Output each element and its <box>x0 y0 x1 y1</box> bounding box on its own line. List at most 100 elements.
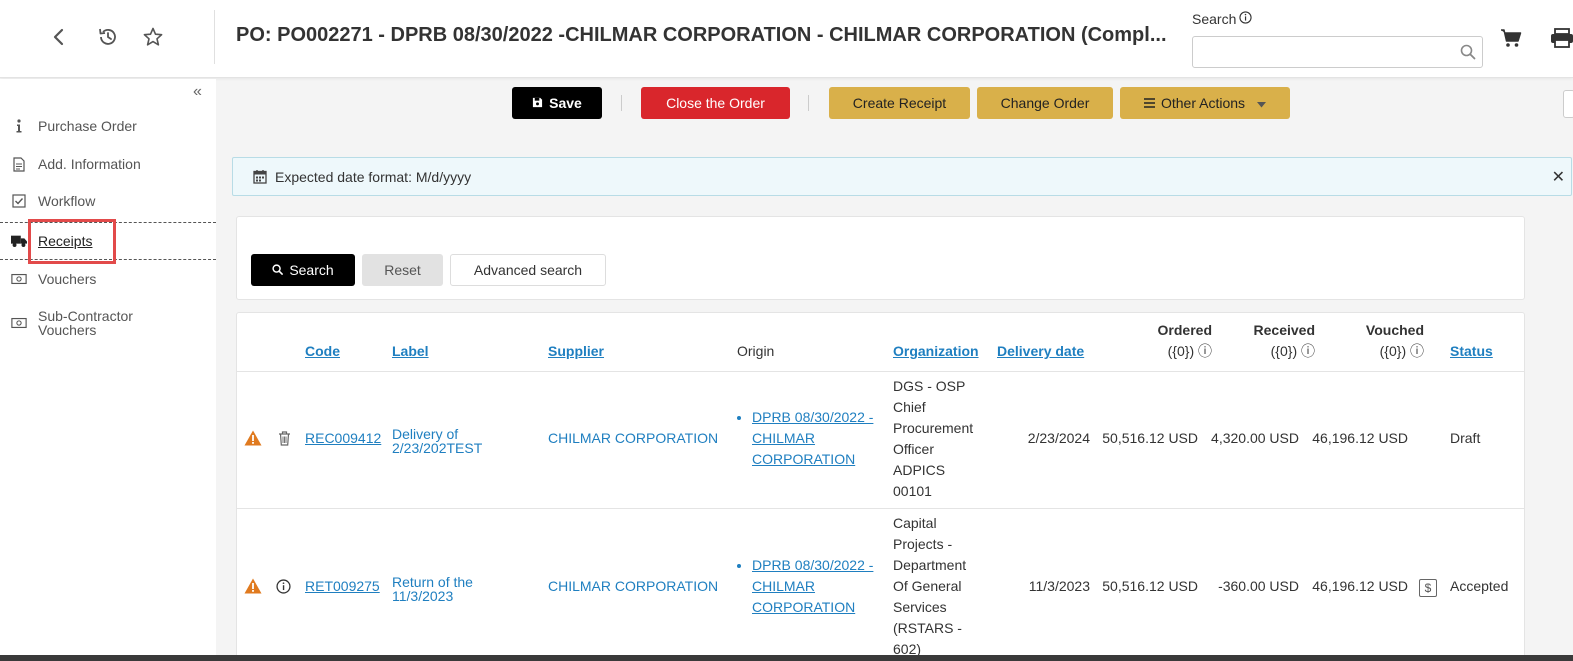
sidebar-item-label: Sub-Contractor Vouchers <box>38 308 133 338</box>
column-header-vouched-unit: ({0}) ⓘ <box>1327 341 1424 362</box>
supplier-link[interactable]: CHILMAR CORPORATION <box>548 578 718 594</box>
overflow-button[interactable] <box>1563 90 1573 118</box>
receipt-code-link[interactable]: REC009412 <box>305 430 381 446</box>
save-button[interactable]: Save <box>512 87 602 119</box>
sidebar-item-vouchers[interactable]: Vouchers <box>0 264 216 294</box>
calendar-icon <box>253 169 267 184</box>
create-receipt-button[interactable]: Create Receipt <box>829 87 970 119</box>
trash-icon[interactable] <box>278 431 291 449</box>
close-icon[interactable]: ✕ <box>1552 167 1565 187</box>
topbar-divider <box>214 10 215 64</box>
sidebar-item-add-information[interactable]: Add. Information <box>0 149 216 179</box>
delivery-date-cell: 11/3/2023 <box>1028 578 1090 594</box>
search-label-text: Search <box>1192 11 1237 27</box>
column-header-ordered: Ordered ({0}) ⓘ <box>1127 320 1212 362</box>
unit-text: ({0}) <box>1270 343 1298 359</box>
ordered-cell: 50,516.12 USD <box>1102 578 1198 594</box>
voucher-dollar-icon[interactable]: $ <box>1419 579 1437 597</box>
toolbar-separator <box>621 95 622 111</box>
document-icon <box>11 156 27 172</box>
unit-text: ({0}) <box>1379 343 1407 359</box>
column-header-vouched: Vouched ({0}) ⓘ <box>1327 320 1424 362</box>
money-bill-icon <box>11 271 27 287</box>
warning-icon <box>244 430 262 449</box>
ordered-cell: 50,516.12 USD <box>1102 430 1198 446</box>
receipt-code-link[interactable]: RET009275 <box>305 578 380 594</box>
info-icon[interactable] <box>276 579 291 597</box>
page-title: PO: PO002271 - DPRB 08/30/2022 -CHILMAR … <box>236 24 1167 46</box>
info-icon[interactable]: ⓘ <box>1198 343 1212 359</box>
column-header-ordered-unit: ({0}) ⓘ <box>1127 341 1212 362</box>
banner-text: Expected date format: M/d/yyyy <box>275 168 472 185</box>
column-header-organization[interactable]: Organization <box>893 343 979 359</box>
info-icon[interactable] <box>1239 11 1252 27</box>
change-order-button[interactable]: Change Order <box>977 87 1113 119</box>
search-icon[interactable] <box>1460 44 1476 63</box>
received-cell: -360.00 USD <box>1218 578 1299 594</box>
selection-highlight <box>28 219 116 264</box>
organization-cell: DGS - OSP Chief Procurement Officer ADPI… <box>893 378 974 499</box>
search-icon <box>272 262 284 278</box>
search-button[interactable]: Search <box>251 254 355 286</box>
column-header-received: Received ({0}) ⓘ <box>1227 320 1315 362</box>
checkbox-icon <box>11 193 27 209</box>
other-actions-button[interactable]: Other Actions <box>1120 87 1290 119</box>
sidebar-item-label: Purchase Order <box>38 118 137 134</box>
sidebar-item-sub-contractor-vouchers[interactable]: Sub-Contractor Vouchers <box>0 308 216 338</box>
global-search <box>1192 36 1483 68</box>
column-header-vouched-label: Vouched <box>1365 322 1424 338</box>
sidebar: « Purchase Order Add. Information Workfl… <box>0 79 216 661</box>
supplier-link[interactable]: CHILMAR CORPORATION <box>548 430 718 446</box>
origin-cell: DPRB 08/30/2022 - CHILMAR CORPORATION <box>737 407 887 470</box>
info-icon[interactable]: ⓘ <box>1410 343 1424 359</box>
info-icon[interactable]: ⓘ <box>1301 343 1315 359</box>
toolbar-separator <box>808 95 809 111</box>
floppy-disk-icon <box>532 95 543 111</box>
money-bill-icon <box>11 315 27 331</box>
other-actions-label: Other Actions <box>1160 95 1246 111</box>
column-header-status[interactable]: Status <box>1450 343 1493 359</box>
unit-text: ({0}) <box>1167 343 1195 359</box>
history-icon[interactable] <box>95 24 121 50</box>
column-header-received-unit: ({0}) ⓘ <box>1227 341 1315 362</box>
advanced-search-button[interactable]: Advanced search <box>450 254 606 286</box>
receipts-table: Code Label Supplier Origin Organization … <box>236 312 1525 661</box>
row-divider <box>237 508 1524 509</box>
column-header-code[interactable]: Code <box>305 343 340 359</box>
received-cell: 4,320.00 USD <box>1211 430 1299 446</box>
cart-icon[interactable] <box>1500 28 1522 51</box>
status-cell: Accepted <box>1450 578 1509 594</box>
sidebar-item-workflow[interactable]: Workflow <box>0 186 216 216</box>
origin-link[interactable]: DPRB 08/30/2022 - CHILMAR CORPORATION <box>752 557 873 615</box>
info-i-icon <box>11 118 27 134</box>
receipt-label-link[interactable]: Delivery of 2/23/202TEST <box>392 427 502 455</box>
column-header-delivery-date[interactable]: Delivery date <box>997 343 1084 359</box>
printer-icon[interactable] <box>1550 28 1573 51</box>
warning-icon <box>244 578 262 597</box>
global-search-input[interactable] <box>1193 37 1448 67</box>
receipt-label-link[interactable]: Return of the 11/3/2023 <box>392 575 492 603</box>
column-header-origin: Origin <box>737 343 775 359</box>
column-header-label[interactable]: Label <box>392 343 429 359</box>
date-format-banner: Expected date format: M/d/yyyy ✕ <box>232 157 1572 196</box>
close-order-button[interactable]: Close the Order <box>641 87 790 119</box>
search-button-label: Search <box>289 262 334 278</box>
bottom-status-strip <box>0 655 1573 661</box>
delivery-date-cell: 2/23/2024 <box>1027 430 1090 446</box>
sidebar-item-label: Vouchers <box>38 271 97 287</box>
origin-link[interactable]: DPRB 08/30/2022 - CHILMAR CORPORATION <box>752 409 873 467</box>
vouched-cell: 46,196.12 USD <box>1312 430 1408 446</box>
hamburger-icon <box>1143 95 1155 111</box>
back-icon[interactable] <box>46 24 72 50</box>
collapse-sidebar-icon[interactable]: « <box>193 83 202 101</box>
reset-button[interactable]: Reset <box>362 254 443 286</box>
organization-cell: Capital Projects - Department Of General… <box>893 515 967 657</box>
column-header-supplier[interactable]: Supplier <box>548 343 604 359</box>
star-icon[interactable] <box>140 24 166 50</box>
sidebar-item-purchase-order[interactable]: Purchase Order <box>0 111 216 141</box>
header-divider <box>237 371 1524 372</box>
sidebar-item-label: Workflow <box>38 193 96 209</box>
top-bar: PO: PO002271 - DPRB 08/30/2022 -CHILMAR … <box>0 0 1573 78</box>
sidebar-item-label: Add. Information <box>38 156 141 172</box>
column-header-received-label: Received <box>1253 322 1315 338</box>
